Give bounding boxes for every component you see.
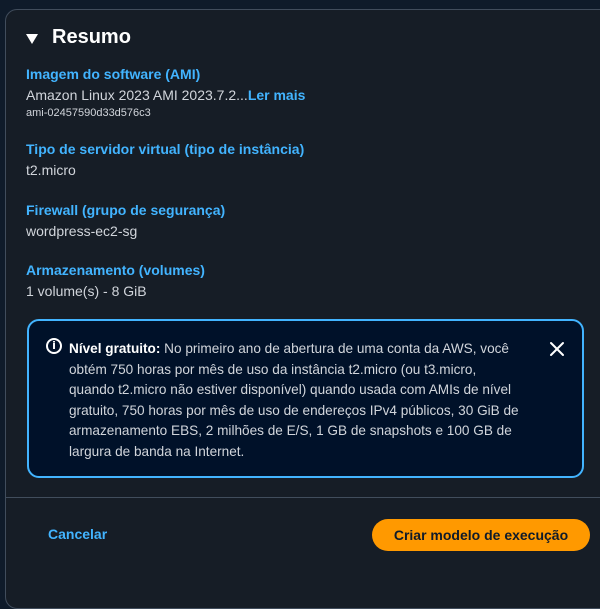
summary-title: Resumo (52, 26, 131, 48)
instance-type-value: t2.micro (26, 162, 76, 178)
close-icon[interactable] (549, 341, 565, 357)
footer-divider (6, 497, 600, 498)
ami-section: Imagem do software (AMI) Amazon Linux 20… (26, 65, 305, 121)
ami-value: Amazon Linux 2023 AMI 2023.7.2... (26, 87, 248, 103)
free-tier-heading: Nível gratuito: (69, 341, 161, 356)
cancel-button[interactable]: Cancelar (48, 526, 107, 542)
free-tier-text: Nível gratuito: No primeiro ano de abert… (69, 339, 519, 462)
caret-down-icon (26, 33, 38, 44)
instance-type-section: Tipo de servidor virtual (tipo de instân… (26, 140, 304, 180)
storage-value: 1 volume(s) - 8 GiB (26, 283, 147, 299)
create-launch-template-button[interactable]: Criar modelo de execução (372, 519, 590, 551)
ami-label: Imagem do software (AMI) (26, 66, 201, 82)
firewall-value: wordpress-ec2-sg (26, 223, 138, 239)
free-tier-body: No primeiro ano de abertura de uma conta… (69, 341, 519, 459)
summary-panel: Resumo Imagem do software (AMI) Amazon L… (5, 9, 600, 609)
storage-label: Armazenamento (volumes) (26, 262, 205, 278)
ami-value-row: Amazon Linux 2023 AMI 2023.7.2...Ler mai… (26, 85, 305, 105)
read-more-link[interactable]: Ler mais (248, 87, 306, 103)
firewall-label: Firewall (grupo de segurança) (26, 202, 226, 218)
summary-header[interactable]: Resumo (26, 26, 131, 49)
info-icon: i (46, 338, 62, 354)
storage-section: Armazenamento (volumes) 1 volume(s) - 8 … (26, 261, 205, 301)
ami-id: ami-02457590d33d576c3 (26, 107, 151, 119)
firewall-section: Firewall (grupo de segurança) wordpress-… (26, 201, 225, 241)
instance-type-label: Tipo de servidor virtual (tipo de instân… (26, 141, 305, 157)
free-tier-alert: i Nível gratuito: No primeiro ano de abe… (27, 319, 584, 478)
